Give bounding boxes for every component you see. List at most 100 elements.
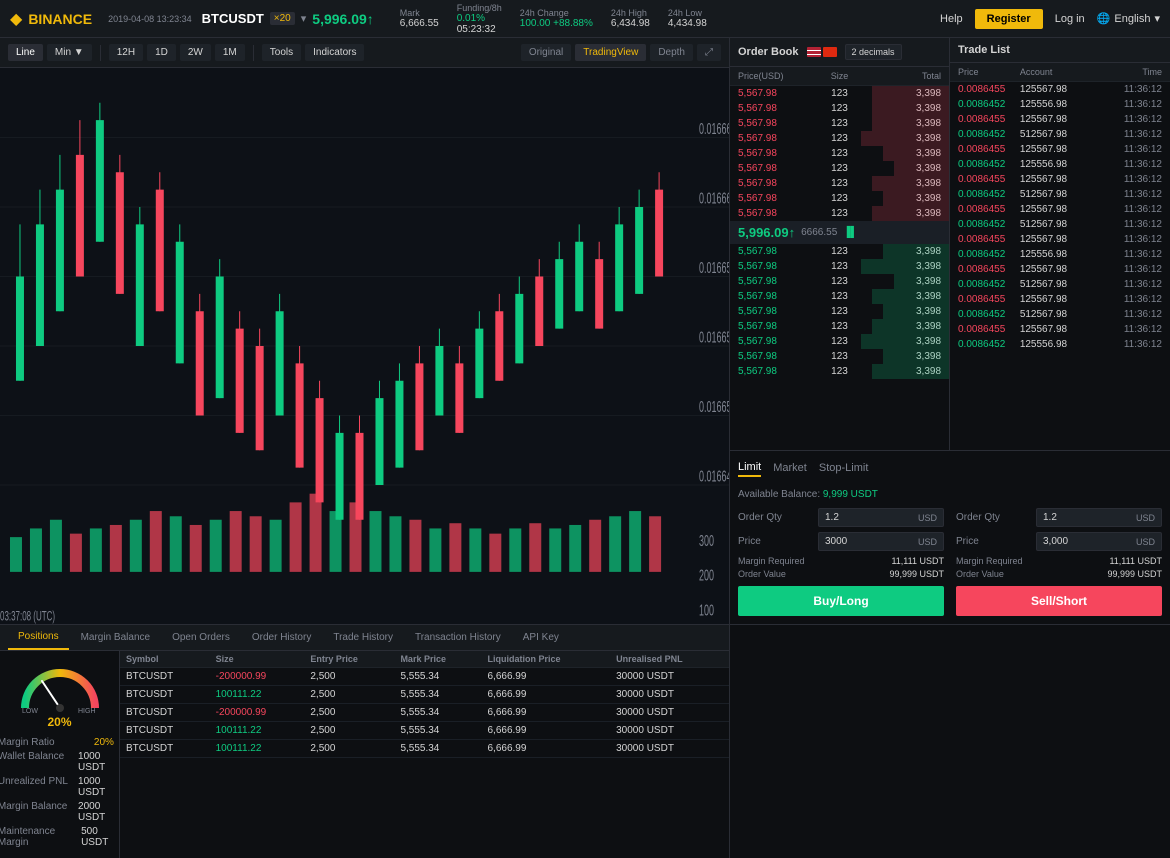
bid-row[interactable]: 5,567.98 123 3,398 xyxy=(730,259,949,274)
stat-change-value: 100.00 +88.88% xyxy=(520,18,593,29)
trade-account: 512567.98 xyxy=(1020,219,1113,230)
trade-time: 11:36:12 xyxy=(1113,309,1162,320)
ask-row[interactable]: 5,567.98 123 3,398 xyxy=(730,146,949,161)
trades-container: 0.0086455 125567.98 11:36:12 0.0086452 1… xyxy=(950,82,1170,352)
positions-stats: Margin Ratio 20% Wallet Balance 1000 USD… xyxy=(0,729,129,858)
open-orders-tab[interactable]: Open Orders xyxy=(162,625,240,650)
tools-button[interactable]: Tools xyxy=(262,44,301,61)
margin-balance-stat: Margin Balance 2000 USDT xyxy=(0,801,121,823)
api-key-tab[interactable]: API Key xyxy=(513,625,569,650)
stat-high-label: 24h High xyxy=(611,8,650,18)
bid-price: 5,567.98 xyxy=(738,261,806,272)
ask-row[interactable]: 5,567.98 123 3,398 xyxy=(730,116,949,131)
ask-row[interactable]: 5,567.98 123 3,398 xyxy=(730,161,949,176)
pos-liq: 6,666.99 xyxy=(481,722,610,740)
sell-button[interactable]: Sell/Short xyxy=(956,586,1162,616)
buy-button[interactable]: Buy/Long xyxy=(738,586,944,616)
ask-row[interactable]: 5,567.98 123 3,398 xyxy=(730,206,949,221)
buy-qty-currency: USD xyxy=(918,513,937,523)
depth-button[interactable]: Depth xyxy=(650,44,693,61)
bid-size: 123 xyxy=(806,351,874,362)
candlestick-chart[interactable]: 0.01666300 0.01666100 0.01665900 0.01665… xyxy=(0,68,729,624)
buy-qty-input[interactable]: 1.2 USD xyxy=(818,508,944,527)
margin-balance-tab[interactable]: Margin Balance xyxy=(71,625,160,650)
trade-account: 125567.98 xyxy=(1020,84,1113,95)
stat-mark-label: Mark xyxy=(400,8,439,18)
trade-price: 0.0086455 xyxy=(958,114,1020,125)
trade-row: 0.0086452 125556.98 11:36:12 xyxy=(950,97,1170,112)
help-button[interactable]: Help xyxy=(940,13,963,25)
orderbook-header: Order Book 2 decimals xyxy=(730,38,949,67)
trade-price: 0.0086455 xyxy=(958,264,1020,275)
bid-price: 5,567.98 xyxy=(738,351,806,362)
line-button[interactable]: Line xyxy=(8,44,43,61)
ask-price: 5,567.98 xyxy=(738,88,806,99)
bid-size: 123 xyxy=(806,291,874,302)
positions-table-head: Symbol Size Entry Price Mark Price Liqui… xyxy=(120,651,729,668)
trading-pair[interactable]: BTCUSDT ×20 ▾ 5,996.09↑ xyxy=(202,11,374,27)
buy-price-input[interactable]: 3000 USD xyxy=(818,532,944,551)
transaction-history-tab[interactable]: Transaction History xyxy=(405,625,511,650)
lang-dropdown-icon: ▾ xyxy=(1154,12,1160,25)
wallet-balance-stat: Wallet Balance 1000 USDT xyxy=(0,751,121,773)
1m-button[interactable]: 1M xyxy=(215,44,245,61)
bid-row[interactable]: 5,567.98 123 3,398 xyxy=(730,319,949,334)
bid-size: 123 xyxy=(806,276,874,287)
expand-button[interactable]: ⤢ xyxy=(697,44,721,61)
bid-size: 123 xyxy=(806,306,874,317)
pair-leverage: ×20 xyxy=(270,12,295,25)
sell-orderval-label: Order Value xyxy=(956,569,1004,579)
order-history-tab[interactable]: Order History xyxy=(242,625,321,650)
table-row: BTCUSDT 100111.22 2,500 5,555.34 6,666.9… xyxy=(120,686,729,704)
indicators-button[interactable]: Indicators xyxy=(305,44,364,61)
trade-time: 11:36:12 xyxy=(1113,204,1162,215)
12h-button[interactable]: 12H xyxy=(109,44,143,61)
pos-symbol: BTCUSDT xyxy=(120,740,210,758)
ask-row[interactable]: 5,567.98 123 3,398 xyxy=(730,101,949,116)
stat-change: 24h Change 100.00 +88.88% xyxy=(520,8,593,29)
2w-button[interactable]: 2W xyxy=(180,44,211,61)
stoplimit-tab[interactable]: Stop-Limit xyxy=(819,459,869,477)
sell-price-input[interactable]: 3,000 USD xyxy=(1036,532,1162,551)
decimals-button[interactable]: 2 decimals xyxy=(845,44,902,60)
svg-text:300: 300 xyxy=(699,531,714,549)
trade-time: 11:36:12 xyxy=(1113,84,1162,95)
pos-pnl: 30000 USDT xyxy=(610,740,729,758)
ask-row[interactable]: 5,567.98 123 3,398 xyxy=(730,131,949,146)
sell-qty-input[interactable]: 1.2 USD xyxy=(1036,508,1162,527)
bid-row[interactable]: 5,567.98 123 3,398 xyxy=(730,244,949,259)
trade-account: 125556.98 xyxy=(1020,339,1113,350)
min-button[interactable]: Min ▼ xyxy=(47,44,92,61)
language-button[interactable]: 🌐 English ▾ xyxy=(1097,12,1160,25)
trade-time: 11:36:12 xyxy=(1113,279,1162,290)
trade-price: 0.0086452 xyxy=(958,189,1020,200)
login-button[interactable]: Log in xyxy=(1055,13,1085,25)
bid-row[interactable]: 5,567.98 123 3,398 xyxy=(730,274,949,289)
pair-dropdown-icon[interactable]: ▾ xyxy=(301,12,307,25)
unrealized-pnl-stat: Unrealized PNL 1000 USDT xyxy=(0,776,121,798)
market-tab[interactable]: Market xyxy=(773,459,807,477)
pos-entry: 2,500 xyxy=(304,668,394,686)
trade-price: 0.0086455 xyxy=(958,204,1020,215)
table-row: BTCUSDT 100111.22 2,500 5,555.34 6,666.9… xyxy=(120,722,729,740)
ask-row[interactable]: 5,567.98 123 3,398 xyxy=(730,191,949,206)
ask-row[interactable]: 5,567.98 123 3,398 xyxy=(730,86,949,101)
pos-symbol: BTCUSDT xyxy=(120,668,210,686)
sell-margin-value: 11,111 USDT xyxy=(1109,556,1162,566)
bid-row[interactable]: 5,567.98 123 3,398 xyxy=(730,349,949,364)
bid-row[interactable]: 5,567.98 123 3,398 xyxy=(730,334,949,349)
bid-row[interactable]: 5,567.98 123 3,398 xyxy=(730,304,949,319)
original-view-button[interactable]: Original xyxy=(521,44,571,61)
trade-time: 11:36:12 xyxy=(1113,129,1162,140)
1d-button[interactable]: 1D xyxy=(147,44,176,61)
positions-tab[interactable]: Positions xyxy=(8,625,69,650)
tradingview-button[interactable]: TradingView xyxy=(575,44,646,61)
sell-orderval-info: Order Value 99,999 USDT xyxy=(956,569,1162,579)
ask-row[interactable]: 5,567.98 123 3,398 xyxy=(730,176,949,191)
bid-row[interactable]: 5,567.98 123 3,398 xyxy=(730,364,949,379)
trade-history-tab[interactable]: Trade History xyxy=(323,625,403,650)
register-button[interactable]: Register xyxy=(975,9,1043,29)
bid-row[interactable]: 5,567.98 123 3,398 xyxy=(730,289,949,304)
limit-tab[interactable]: Limit xyxy=(738,459,761,477)
language-label: English xyxy=(1114,13,1150,25)
